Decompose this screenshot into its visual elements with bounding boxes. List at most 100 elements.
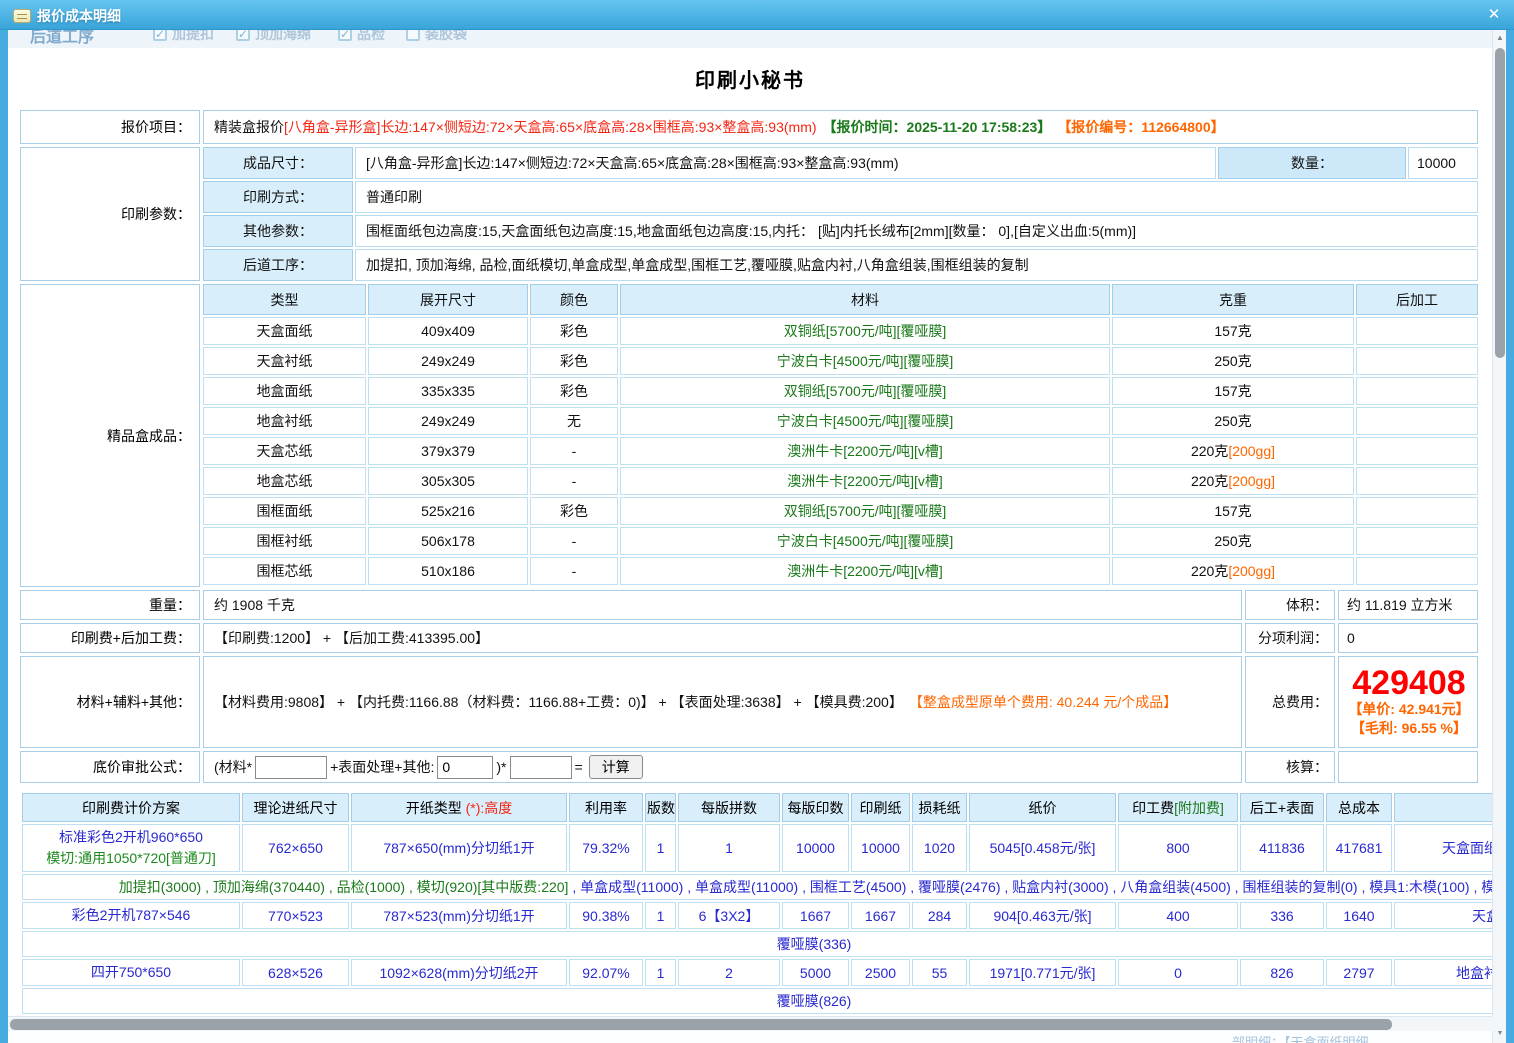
cell-post-surface: 336 — [1240, 902, 1324, 929]
print-fee-value: 【印刷费:1200】 + 【后加工费:413395.00】 — [203, 623, 1242, 653]
gross-margin: 【毛利: 96.55 %】 — [1351, 719, 1467, 738]
cell-paper-price: 5045[0.458元/张] — [969, 824, 1116, 872]
modal-titlebar[interactable]: 报价成本明细 ✕ — [0, 0, 1514, 30]
cell-plan-name: 四开750*650 — [22, 959, 240, 986]
checkbox-icon[interactable]: ✓ — [236, 30, 250, 41]
calculate-button[interactable]: 计算 — [589, 755, 643, 779]
cell-utilization: 92.07% — [569, 959, 643, 986]
item-profit-value: 0 — [1338, 623, 1478, 653]
cell-total-cost: 1640 — [1326, 902, 1392, 929]
toolbar-checkbox-item[interactable]: ✓ 顶加海绵 — [236, 30, 311, 44]
toolbar-checkbox-item[interactable]: ✓ 加提扣 — [153, 30, 214, 44]
checkbox-icon[interactable]: ✓ — [338, 30, 352, 41]
box-materials-row: 精品盒成品： 类型展开尺寸颜色材料克重后加工天盒面纸409x409彩色双铜纸[5… — [20, 284, 1478, 587]
cell-type: 围框面纸 — [203, 497, 366, 525]
cell-plates: 1 — [645, 959, 676, 986]
column-header: 克重 — [1112, 284, 1354, 315]
formula-multiplier-input[interactable] — [510, 756, 572, 779]
horizontal-scrollbar-thumb[interactable] — [10, 1019, 1392, 1030]
cell-materials-list: 天盒衬纸 — [1394, 902, 1492, 929]
postprocess-detail: 覆哑膜(826) — [22, 988, 1492, 1014]
header-text: 总成本 — [1338, 800, 1380, 816]
formula-material-factor-input[interactable] — [255, 756, 327, 779]
toolbar-checkbox-item[interactable]: ✓品检 — [338, 30, 385, 44]
checkbox-icon[interactable]: ✓ — [153, 30, 167, 41]
column-header: 展开尺寸 — [368, 284, 528, 315]
quote-code: 【报价编号：112664800】 — [1057, 117, 1224, 137]
weight-value: 157克 — [1214, 381, 1251, 401]
vertical-scrollbar-thumb[interactable] — [1495, 48, 1505, 358]
table-row: 围框衬纸506x178-宁波白卡[4500元/吨][覆哑膜]250克 — [203, 527, 1478, 555]
formula-equals: = — [575, 759, 583, 775]
plans-column-header: 纸价 — [969, 793, 1116, 822]
cell-postprocess — [1356, 437, 1478, 465]
plan-row[interactable]: 彩色2开机787×546770×523787×523(mm)分切纸1开90.38… — [22, 902, 1492, 929]
cell-size: 249x249 — [368, 347, 528, 375]
vertical-scrollbar[interactable] — [1492, 30, 1506, 1043]
cell-plates: 1 — [645, 902, 676, 929]
cell-postprocess — [1356, 407, 1478, 435]
formula-label: 底价审批公式： — [20, 751, 200, 783]
cell-weight: 220克[200gg] — [1112, 557, 1354, 585]
cell-material: 澳洲牛卡[2200元/吨][v槽] — [620, 467, 1110, 495]
weight-value: 250克 — [1214, 351, 1251, 371]
param-row-other: 其他参数： 围框面纸包边高度:15,天盒面纸包边高度:15,地盒面纸包边高度:1… — [203, 215, 1478, 247]
cell-labor-fee: 800 — [1118, 824, 1238, 872]
plans-table-viewport: 印刷费计价方案理论进纸尺寸开纸类型 (*):高度利用率版数每版拼数每版印数印刷纸… — [20, 791, 1492, 1016]
header-text: 开纸类型 — [406, 800, 466, 816]
checkbox-icon[interactable] — [406, 30, 420, 41]
table-row: 围框芯纸510x186-澳洲牛卡[2200元/吨][v槽]220克[200gg] — [203, 557, 1478, 585]
plan-row[interactable]: 标准彩色2开机960*650模切:通用1050*720[普通刀]762×6507… — [22, 824, 1492, 872]
cell-postprocess — [1356, 347, 1478, 375]
formula-other-input[interactable] — [437, 756, 493, 779]
print-fee-label: 印刷费+后加工费： — [20, 623, 200, 653]
cell-size: 506x178 — [368, 527, 528, 555]
scroll-up-icon[interactable] — [1495, 33, 1505, 42]
plan-row[interactable]: 四开750*650628×5261092×628(mm)分切纸2开92.07%1… — [22, 959, 1492, 986]
cell-weight: 157克 — [1112, 377, 1354, 405]
cell-post-surface: 411836 — [1240, 824, 1324, 872]
plans-column-header: 总成本 — [1326, 793, 1392, 822]
print-params-label: 印刷参数： — [20, 147, 200, 281]
formula-row: 底价审批公式： (材料* +表面处理+其他: )* = 计算 核算： — [20, 751, 1478, 783]
plans-column-header: 利用率 — [569, 793, 643, 822]
weight-value: 约 1908 千克 — [203, 590, 1242, 620]
material-fee-row: 材料+辅料+其他： 【材料费用:9808】 + 【内托费:1166.88（材料费… — [20, 656, 1478, 748]
modal-content: 印刷小秘书 报价项目： 精装盒报价 [八角盒-异形盒]长边:147×侧短边:72… — [8, 48, 1492, 1043]
checkbox-label: 加提扣 — [172, 30, 214, 44]
table-row: 天盒衬纸249x249彩色宁波白卡[4500元/吨][覆哑膜]250克 — [203, 347, 1478, 375]
quote-time: 【报价时间：2025-11-20 17:58:23】 — [823, 117, 1052, 137]
weight-extra: [200gg] — [1228, 473, 1275, 489]
quote-spec: [八角盒-异形盒]长边:147×侧短边:72×天盒高:65×底盒高:28×围框高… — [284, 117, 817, 137]
checkbox-label: 顶加海绵 — [255, 30, 311, 44]
weight-value: 220克 — [1191, 561, 1228, 581]
table-row: 天盒面纸409x409彩色双铜纸[5700元/吨][覆哑膜]157克 — [203, 317, 1478, 345]
print-params-row: 印刷参数： 成品尺寸： [八角盒-异形盒]长边:147×侧短边:72×天盒高:6… — [20, 147, 1478, 281]
cell-type: 围框芯纸 — [203, 557, 366, 585]
cell-plan-name: 标准彩色2开机960*650模切:通用1050*720[普通刀] — [22, 824, 240, 872]
print-params-table: 成品尺寸： [八角盒-异形盒]长边:147×侧短边:72×天盒高:65×底盒高:… — [203, 147, 1478, 281]
formula-part1: (材料* — [214, 757, 252, 777]
cell-feed-size: 762×650 — [242, 824, 349, 872]
cell-postprocess — [1356, 317, 1478, 345]
cell-weight: 250克 — [1112, 407, 1354, 435]
cell-postprocess — [1356, 377, 1478, 405]
plans-column-header: 每版印数 — [782, 793, 849, 822]
background-toolbar-row: 后道工序 ✓加提扣✓顶加海绵✓品检装胶袋 — [8, 30, 1492, 47]
window-icon — [13, 9, 31, 23]
formula-part2: +表面处理+其他: — [330, 757, 434, 777]
material-fee-label: 材料+辅料+其他： — [20, 656, 200, 748]
close-icon[interactable]: ✕ — [1484, 5, 1504, 25]
plan-machine-name: 四开750*650 — [26, 962, 236, 983]
check-label: 核算： — [1245, 751, 1335, 783]
weight-value: 250克 — [1214, 411, 1251, 431]
application-window: 后道工序 ✓加提扣✓顶加海绵✓品检装胶袋 报价成本明细 ✕ 印刷小秘书 报价项目… — [0, 0, 1514, 1043]
cell-type: 围框衬纸 — [203, 527, 366, 555]
cell-size: 510x186 — [368, 557, 528, 585]
horizontal-scrollbar[interactable] — [8, 1016, 1492, 1031]
plans-column-header — [1394, 793, 1492, 822]
cell-print-sheets: 2500 — [851, 959, 910, 986]
cell-type: 天盒面纸 — [203, 317, 366, 345]
header-surcharge-hint: [附加费] — [1174, 800, 1224, 816]
toolbar-checkbox-item[interactable]: 装胶袋 — [406, 30, 467, 44]
